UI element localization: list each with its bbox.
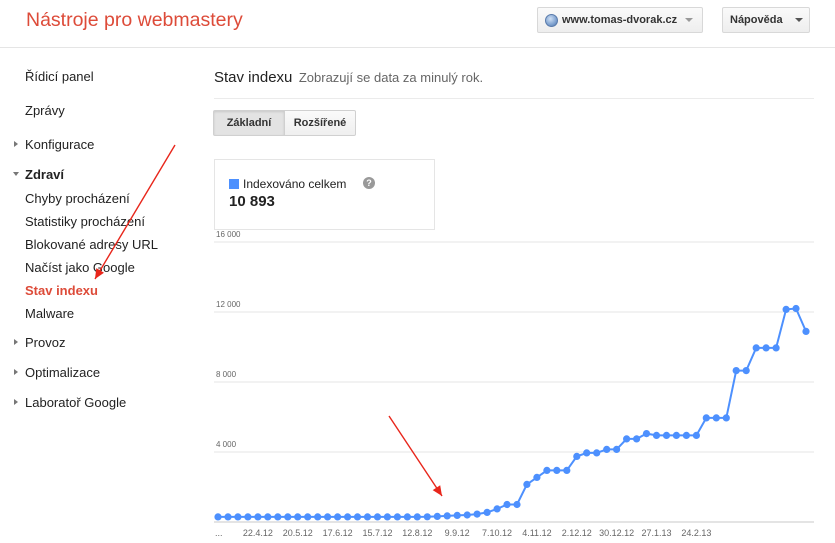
data-point [523,480,531,488]
data-point [443,512,451,520]
data-point [214,513,222,521]
data-point [493,505,501,513]
data-point [652,431,661,439]
data-point [383,513,391,521]
data-point [682,431,691,439]
data-point [304,513,312,521]
x-tick-label: 2.12.12 [562,528,592,538]
data-point [583,449,591,457]
data-point [353,513,362,521]
data-point [503,500,511,509]
data-point [264,513,272,521]
data-point [363,513,372,521]
data-point [543,466,551,474]
x-tick-label: 27.1.13 [641,528,671,538]
data-point [802,327,810,335]
x-tick-label: 24.2.13 [681,528,711,538]
data-point [762,344,770,352]
data-point [344,513,352,521]
data-point [642,430,651,438]
x-tick-label: ... [215,528,223,538]
data-point [752,344,760,352]
data-point [244,513,252,521]
data-point [623,435,631,443]
data-point [284,513,292,521]
data-point [633,435,641,443]
x-tick-label: 15.7.12 [362,528,392,538]
data-point [573,452,581,460]
data-point [254,513,262,521]
data-point [423,513,431,521]
data-point [513,500,521,509]
data-point [224,513,232,521]
data-point [662,431,671,439]
data-point [772,344,780,352]
data-point [742,367,750,375]
x-tick-label: 4.11.12 [522,528,551,538]
data-point [473,510,481,518]
data-point [672,431,681,439]
data-point [692,431,701,439]
data-point [463,511,471,519]
annotation-arrow-chart [388,415,443,497]
data-point [483,508,491,516]
data-point [563,466,571,474]
data-point [702,414,710,422]
data-point [334,513,342,521]
data-point [393,513,401,521]
data-point [553,466,561,474]
data-point [732,367,740,375]
series-line [218,307,807,518]
x-tick-label: 20.5.12 [283,528,313,538]
data-point [453,511,461,519]
data-point [603,445,611,453]
index-status-chart: 4 000 8 000 12 000 16 000... 22.4.12 20.5.12 1… [94,144,814,538]
y-tick-label: 4 000 [216,440,237,449]
y-tick-label: 8 000 [216,370,237,379]
data-point [593,449,601,457]
data-point [373,513,382,521]
annotation-arrow-sidebar-head [95,268,104,279]
y-tick-label: 12 000 [216,300,241,309]
data-point [712,414,720,422]
data-point [613,445,621,453]
data-point [722,414,730,422]
x-tick-label: 7.10.12 [482,528,512,538]
data-point [403,513,411,521]
x-tick-label: 22.4.12 [243,528,273,538]
x-tick-label: 30.12.12 [599,528,634,538]
data-point [792,304,800,313]
annotation-arrow-sidebar [94,144,176,280]
x-tick-label: 9.9.12 [445,528,470,538]
data-point [294,513,302,521]
data-point [234,513,242,521]
data-point [324,513,332,521]
y-tick-label: 16 000 [216,230,241,239]
data-point [782,305,790,313]
x-tick-label: 17.6.12 [323,528,353,538]
data-point [314,513,322,521]
annotation-arrow-chart-head [432,485,442,496]
x-tick-label: 12.8.12 [402,528,432,538]
data-point [433,512,441,521]
data-point [274,513,282,521]
data-point [533,473,541,481]
data-point [413,513,421,521]
